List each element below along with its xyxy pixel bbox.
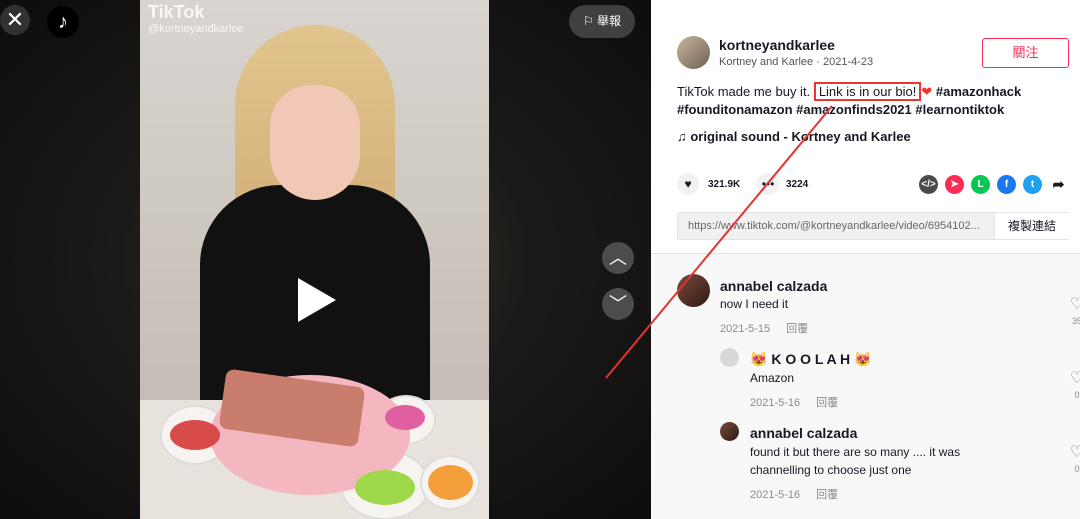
comment-count: 3224	[786, 179, 809, 190]
avatar[interactable]	[677, 274, 710, 307]
comment-like-count: 0	[1074, 464, 1080, 474]
like-icon[interactable]: ♥	[677, 173, 699, 195]
comment-text: found it but there are so many .... it w…	[750, 445, 961, 477]
comment-date: 2021-5-16	[750, 489, 801, 501]
stats-row: ♥ 321.9K ••• 3224 </> ➤ L f t ➦	[677, 173, 1067, 197]
comment-text: Amazon	[750, 371, 795, 385]
close-icon[interactable]: ✕	[0, 5, 30, 35]
caption-text: TikTok made me buy it.	[677, 84, 811, 99]
video-link-url[interactable]: https://www.tiktok.com/@kortneyandkarlee…	[688, 220, 988, 232]
comment-like[interactable]: ♡ 0	[1069, 442, 1080, 474]
heart-outline-icon[interactable]: ♡	[1070, 296, 1080, 313]
comment-like[interactable]: ♡ 35	[1069, 294, 1080, 326]
line-share-icon[interactable]: L	[971, 175, 990, 194]
comment-date: 2021-5-16	[750, 397, 801, 409]
comment-text: now I need it	[720, 297, 789, 311]
heart-outline-icon[interactable]: ♡	[1070, 370, 1080, 387]
send-to-friends-icon[interactable]: ➤	[945, 175, 964, 194]
comment-reply-item: annabel calzada found it but there are s…	[720, 422, 1080, 502]
heart-outline-icon[interactable]: ♡	[1070, 444, 1080, 461]
separator-dot: ·	[816, 56, 823, 68]
comment-like-count: 0	[1074, 390, 1080, 400]
avatar[interactable]	[720, 422, 739, 441]
caption-highlight: Link is in our bio!	[813, 82, 922, 101]
comment-author[interactable]: annabel calzada	[750, 425, 857, 441]
comment-like[interactable]: ♡ 0	[1069, 368, 1080, 400]
reply-button[interactable]: 回覆	[816, 489, 838, 501]
author-display-name: Kortney and Karlee	[719, 56, 814, 68]
video-frame[interactable]	[140, 0, 489, 519]
comment-like-count: 35	[1071, 316, 1080, 326]
video-player[interactable]: ✕ ♪ TikTok @kortneyandkarlee ⚐ 舉報 ︿ ﹀	[0, 0, 651, 519]
reply-button[interactable]: 回覆	[816, 397, 838, 409]
author-username[interactable]: kortneyandkarlee	[719, 37, 835, 53]
author-subline: Kortney and Karlee · 2021-4-23	[719, 56, 873, 68]
avatar[interactable]	[720, 348, 739, 367]
comment-reply-item: 😻 K O O L A H 😻 Amazon 2021-5-16 回覆 ♡ 0	[720, 348, 1080, 410]
comment-date: 2021-5-15	[720, 323, 771, 335]
watermark-handle: @kortneyandkarlee	[148, 23, 244, 35]
sound-link[interactable]: ♫ original sound - Kortney and Karlee	[677, 129, 911, 144]
twitter-share-icon[interactable]: t	[1023, 175, 1042, 194]
video-details-panel: kortneyandkarlee Kortney and Karlee · 20…	[651, 0, 1080, 519]
comment-item: annabel calzada now I need it 2021-5-15 回…	[677, 274, 1080, 344]
video-candy	[170, 420, 220, 450]
comment-meta: 2021-5-16 回覆	[750, 486, 838, 502]
follow-button[interactable]: 關注	[982, 38, 1069, 68]
tiktok-logo-icon[interactable]: ♪	[47, 6, 79, 38]
video-candy	[385, 405, 425, 430]
heart-icon: ❤	[921, 84, 933, 99]
reply-button[interactable]: 回覆	[786, 323, 808, 335]
video-caption: TikTok made me buy it. Link is in our bi…	[677, 82, 1047, 119]
video-candy	[355, 470, 415, 505]
more-share-icon[interactable]: ➦	[1049, 175, 1068, 194]
post-date: 2021-4-23	[822, 56, 874, 68]
video-person-face	[270, 85, 360, 200]
comment-icon[interactable]: •••	[757, 173, 779, 195]
next-video-button[interactable]: ﹀	[602, 288, 634, 320]
comment-meta: 2021-5-16 回覆	[750, 394, 838, 410]
video-watermark: TikTok @kortneyandkarlee	[148, 2, 244, 35]
comment-author[interactable]: annabel calzada	[720, 278, 827, 294]
comment-list: annabel calzada now I need it 2021-5-15 回…	[651, 254, 1080, 519]
avatar[interactable]	[677, 36, 710, 69]
report-button[interactable]: ⚐ 舉報	[569, 5, 635, 38]
comment-meta: 2021-5-15 回覆	[720, 320, 808, 336]
video-candy	[428, 465, 473, 500]
facebook-share-icon[interactable]: f	[997, 175, 1016, 194]
play-icon[interactable]	[298, 278, 336, 322]
copy-link-button[interactable]: 複製連結	[994, 213, 1069, 239]
embed-icon[interactable]: </>	[919, 175, 938, 194]
watermark-title: TikTok	[148, 2, 205, 22]
video-link-box: https://www.tiktok.com/@kortneyandkarlee…	[677, 212, 1069, 240]
like-count: 321.9K	[708, 179, 741, 190]
comment-author[interactable]: 😻 K O O L A H 😻	[750, 351, 871, 368]
previous-video-button[interactable]: ︿	[602, 242, 634, 274]
